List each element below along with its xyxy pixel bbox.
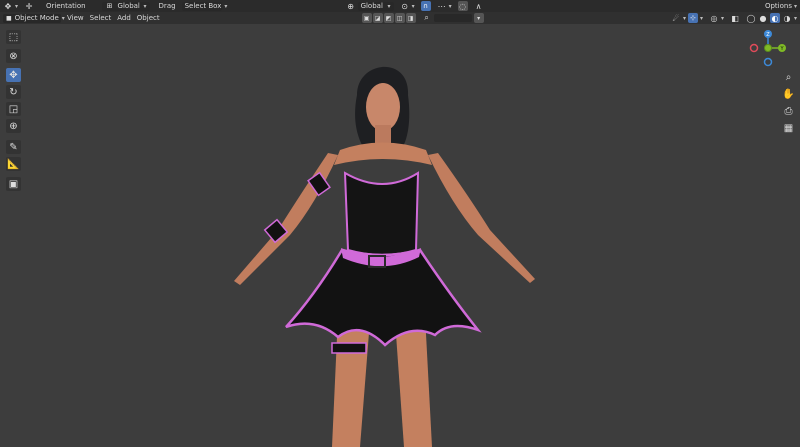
select-intersect-icon[interactable]: ◨	[405, 13, 416, 23]
falloff-dropdown[interactable]: ∧	[471, 1, 487, 11]
snap-increment-icon: ⋯	[437, 1, 446, 11]
magnet-icon: ∩	[420, 1, 431, 11]
menu-view[interactable]: View	[64, 13, 87, 23]
falloff-curve-icon: ∧	[475, 1, 482, 11]
solid-shading-icon[interactable]: ●	[758, 13, 768, 23]
material-preview-shading-icon[interactable]: ◐	[769, 13, 780, 23]
proportional-edit-icon: ◌	[457, 1, 468, 11]
neg-y-axis-handle[interactable]	[764, 44, 772, 52]
orientation-label: Orientation	[46, 2, 86, 10]
wireframe-shading-icon[interactable]: ◯	[746, 13, 756, 23]
chevron-down-icon: ▾	[411, 2, 415, 10]
thigh-band	[331, 342, 367, 354]
global-axis-icon: ⊞	[106, 2, 113, 10]
mode-value: Object Mode	[14, 14, 59, 22]
left-arm	[428, 153, 535, 283]
menu-add[interactable]: Add	[114, 13, 134, 23]
search-field[interactable]: ⌕ ▾	[419, 13, 487, 23]
orientation-value: Global	[117, 2, 140, 10]
bodice	[343, 171, 420, 256]
overlay-toggle-icon[interactable]: ◎	[709, 13, 719, 23]
chevron-down-icon: ▾	[387, 2, 391, 10]
search-input[interactable]	[433, 14, 472, 22]
chevron-down-icon: ▾	[15, 2, 19, 10]
chevron-down-icon: ▾	[793, 2, 797, 10]
transform-affect-icon-button[interactable]: ✛	[21, 1, 37, 11]
select-mode-buttons: ▣ ◪ ◩ ◫ ◨	[359, 13, 419, 23]
transform-orientation-dropdown[interactable]: ⊕ Global ▾	[343, 1, 397, 11]
select-invert-icon[interactable]: ◫	[394, 13, 405, 23]
neg-z-axis-handle[interactable]	[763, 57, 773, 67]
head	[366, 83, 400, 131]
select-tool-icon[interactable]: ⬚	[6, 30, 21, 44]
move-tool-icon: ✥	[4, 1, 12, 11]
select-subtract-icon[interactable]: ◩	[383, 13, 394, 23]
menu-object[interactable]: Object	[134, 13, 163, 23]
chevron-down-icon: ▾	[720, 14, 724, 22]
options-label: Options	[764, 2, 792, 10]
camera-view-icon[interactable]: ⎙	[781, 104, 796, 118]
select-box-icon[interactable]: ▣	[361, 13, 372, 23]
measure-tool-icon[interactable]: 📐	[6, 157, 21, 171]
tool-settings-bar: ✥ ▾ ✛ Orientation ⊞ Global ▾ Drag Select …	[0, 0, 800, 12]
shading-options-chevron-icon[interactable]: ▾	[794, 15, 797, 22]
select-extend-icon[interactable]: ◪	[372, 13, 383, 23]
viewport-header: ■ Object Mode ▾ View Select Add Object ▣…	[0, 12, 800, 24]
rendered-shading-icon[interactable]: ◑	[782, 13, 792, 23]
drag-value: Select Box	[184, 2, 222, 10]
annotate-tool-icon[interactable]: ✎	[6, 140, 21, 154]
search-dropdown-icon[interactable]: ▾	[473, 13, 484, 23]
viewport-nav-tools: ⌕ ✋ ⎙ ▦	[781, 70, 796, 135]
chevron-down-icon: ▾	[682, 14, 686, 22]
transform-tool-dropdown[interactable]: ✥ ▾	[0, 1, 21, 11]
options-dropdown[interactable]: Options ▾	[762, 1, 800, 11]
shoulders	[334, 142, 432, 165]
chevron-down-icon: ▾	[143, 2, 147, 10]
scale-tool-icon[interactable]: ◲	[6, 102, 21, 116]
menu-select[interactable]: Select	[87, 13, 115, 23]
cursor-tool-icon[interactable]: ⊗	[6, 49, 21, 63]
chevron-down-icon: ▾	[448, 2, 452, 10]
xray-toggle-icon[interactable]: ◧	[730, 13, 740, 23]
proportional-edit-toggle[interactable]: ◌	[455, 1, 471, 11]
rotate-tool-icon[interactable]: ↻	[6, 85, 21, 99]
object-mode-icon: ■	[6, 14, 12, 22]
snap-toggle[interactable]: ∩	[418, 1, 434, 11]
chevron-down-icon: ▾	[224, 2, 228, 10]
navigation-gizmo[interactable]: Z Y	[748, 28, 788, 68]
z-axis-label: Z	[766, 32, 770, 38]
chevron-down-icon: ▾	[699, 14, 703, 22]
perspective-grid-icon[interactable]: ▦	[781, 121, 796, 135]
orientation-dropdown[interactable]: ⊞ Global ▾	[99, 1, 153, 11]
search-icon: ⌕	[424, 13, 429, 22]
move-tool-icon[interactable]: ✥	[6, 68, 21, 82]
left-toolbar: ⬚ ⊗ ✥ ↻ ◲ ⊕ ✎ 📐 ▣	[6, 30, 22, 191]
pivot-point-dropdown[interactable]: ⊙ ▾	[397, 1, 418, 11]
zoom-icon[interactable]: ⌕	[781, 70, 796, 84]
pivot-icon: ⊙	[401, 1, 408, 11]
x-axis-handle[interactable]	[749, 43, 759, 53]
transform-tool-icon[interactable]: ⊕	[6, 119, 21, 133]
move-arrows-icon: ✛	[25, 1, 33, 11]
add-cube-tool-icon[interactable]: ▣	[6, 177, 21, 191]
gizmo-toggle-icon[interactable]: ⊹	[687, 13, 698, 23]
view-object-types-icon[interactable]: ☄	[671, 13, 681, 23]
right-header-controls: ☄ ▾ ⊹ ▾ ◎ ▾ ◧ ◯ ● ◐ ◑ ▾	[668, 13, 800, 23]
snap-target-dropdown[interactable]: ⋯ ▾	[434, 1, 455, 11]
drag-label: Drag	[158, 2, 176, 10]
right-arm	[234, 153, 338, 285]
pan-hand-icon[interactable]: ✋	[781, 87, 796, 101]
orientation-icon: ⊕	[347, 1, 354, 11]
drag-dropdown[interactable]: Select Box ▾	[179, 1, 228, 11]
mode-dropdown[interactable]: ■ Object Mode ▾	[0, 13, 65, 23]
transform-orientation-value: Global	[360, 2, 383, 10]
character-model[interactable]	[220, 55, 550, 447]
